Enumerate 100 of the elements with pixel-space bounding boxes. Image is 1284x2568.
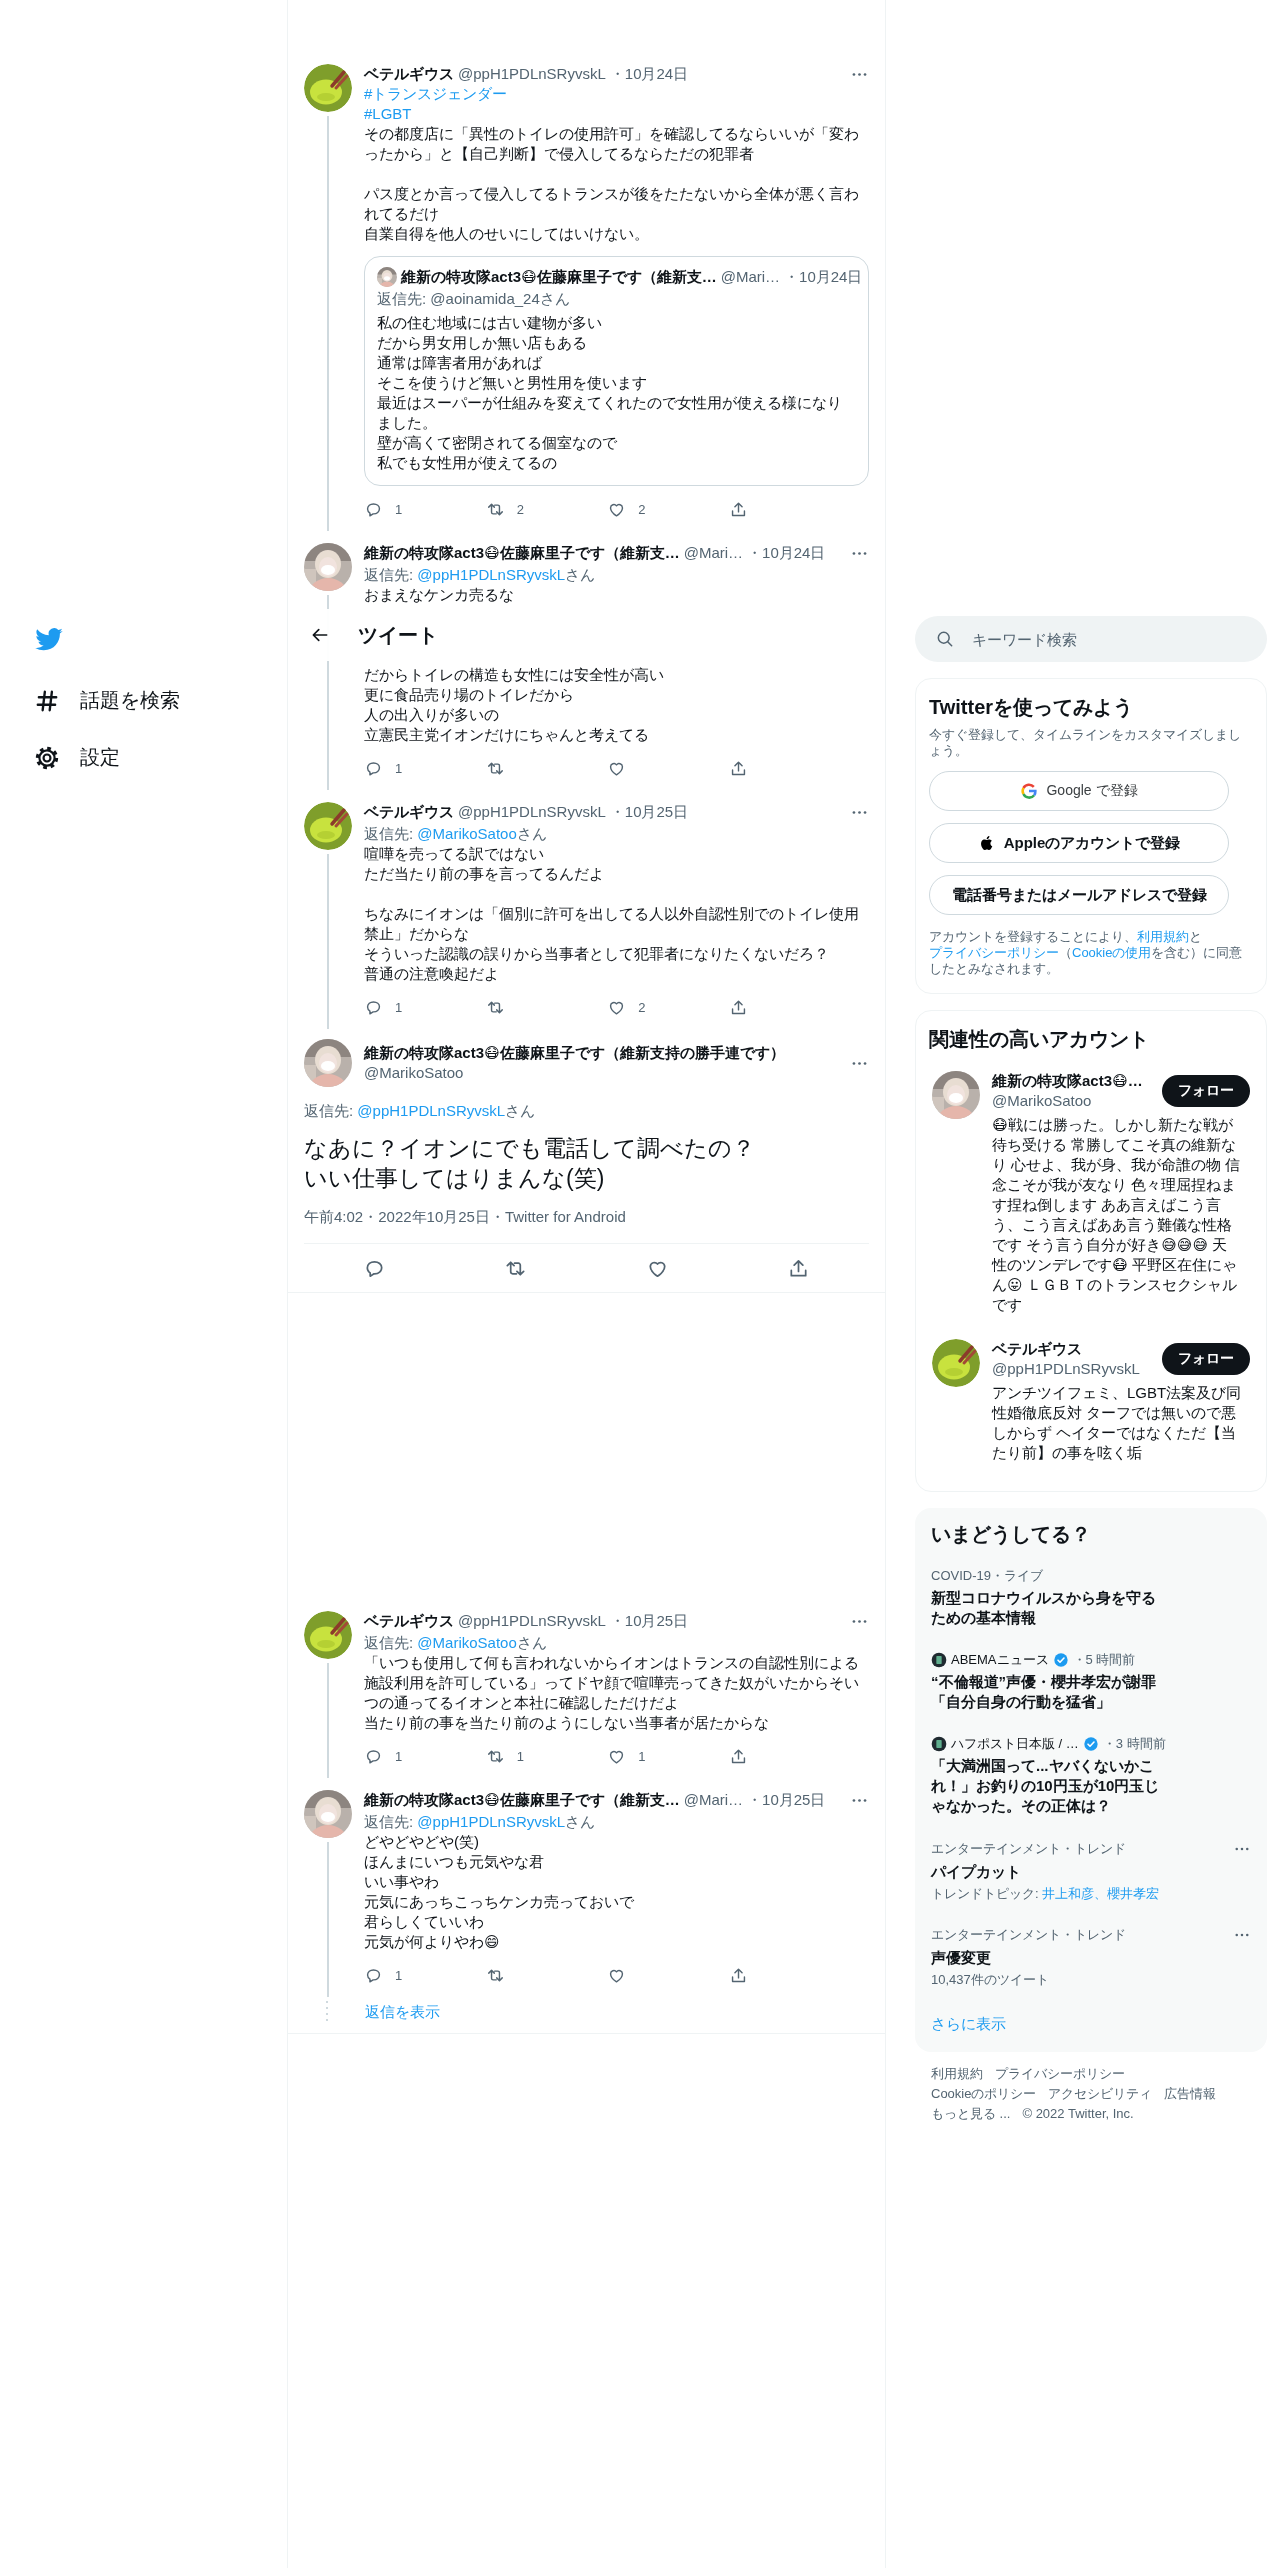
tweet-text: 喧嘩を売ってる訳ではない xyxy=(364,844,544,864)
author-name[interactable]: ベテルギウス xyxy=(364,802,454,822)
apple-signup-button[interactable]: Appleのアカウントで登録 xyxy=(929,823,1229,863)
reply-button[interactable]: 1 xyxy=(364,1747,424,1766)
google-logo-icon xyxy=(1020,782,1039,800)
tweet-text: ほんまにいつも元気やな君 xyxy=(364,1852,544,1872)
news-title[interactable]: 「大満洲国って...ヤバくないかこれ！」お釣りの10円玉が10円玉じゃなかった。その正体は？ xyxy=(931,1756,1166,1816)
account-name[interactable]: 維新の特攻隊act3😷… xyxy=(992,1071,1154,1091)
tweet-date[interactable]: ・10月25日 xyxy=(747,1790,826,1810)
tweet-date[interactable]: ・10月24日 xyxy=(747,543,826,563)
author-name[interactable]: 維新の特攻隊act3😷佐藤麻里子です（維新支持の勝手連です） xyxy=(364,1043,838,1063)
tweet-date[interactable]: ・10月24日 xyxy=(609,64,689,84)
signup-description: 今すぐ登録して、タイムラインをカスタマイズしましょう。 xyxy=(929,727,1242,759)
tweet-text: 「いつも使用して何も言われないからイオンはトランスの自認性別による施設利用を許可している」ってドヤ顔で喧嘩売ってきた奴がいたからそいつの通ってるイオンと本社に確認しただけだよ xyxy=(364,1653,860,1713)
follow-button[interactable]: フォロー xyxy=(1162,1075,1250,1107)
tweet-date[interactable]: ・10月25日 xyxy=(609,1611,689,1631)
footer-link[interactable]: © 2022 Twitter, Inc. xyxy=(1022,2104,1134,2124)
page-title: ツイート xyxy=(358,622,438,648)
terms-text: アカウントを登録することにより、利用規約 と プライバシーポリシー（Cookieの使用を含む）に同意したとみなされます。 xyxy=(929,929,1244,977)
tweet-date[interactable]: ・10月25日 xyxy=(609,802,689,822)
tweet-text: いい仕事してはりまんな(笑) xyxy=(304,1164,605,1193)
author-handle: @ppH1PDLnSRyvskL xyxy=(458,64,606,84)
account-bio: 😷戦には勝った。しかし新たな戦が待ち受ける 常勝してこそ真の維新なり 心せよ、我が身、我が命誰の物 信念こそが我が友なり 色々理屈捏ねます捏ね倒します ああ言えばこう言う、こう言えばああ言う難儀な性格です そう言う自分が好き😅😅😅 天性のツンデレです😷 平野区在住にゃん😛 ＬＧＢＴのトランスセクシャルです xyxy=(992,1115,1242,1315)
quoted-tweet[interactable]: 維新の特攻隊act3😷佐藤麻里子です（維新支… @Mari… ・10月24日 返信先: @aoinamida_24さん 私の住む地域には古い建物が多い だから男女用しか無い店もある 通常は障害者用があれば そこを使うけど無いと男性用を使います 最近はスーパーが仕組みを変えてくれたので女性用が使える様になりました。 壁が高くて密閉されてる個室なので 私でも女性用が使えてるの xyxy=(364,256,869,486)
tweet-text: だから男女用しか無い店もある xyxy=(377,333,587,353)
footer-link[interactable]: プライバシーポリシー xyxy=(995,2064,1125,2084)
settings-icon xyxy=(34,744,60,771)
reply-button[interactable]: 1 xyxy=(364,1966,424,1985)
author-handle: @ppH1PDLnSRyvskL xyxy=(458,802,606,822)
author-name[interactable]: ベテルギウス xyxy=(364,1611,454,1631)
footer-link[interactable]: Cookieのポリシー xyxy=(931,2084,1037,2104)
footer-link[interactable]: もっと見る ... xyxy=(931,2104,1011,2124)
account-name[interactable]: ベテルギウス xyxy=(992,1339,1154,1359)
tweet-text: 壁が高くて密閉されてる個室なので xyxy=(377,433,617,453)
like-button[interactable]: 1 xyxy=(607,1747,668,1766)
author-name[interactable]: 維新の特攻隊act3😷佐藤麻里子です（維新支… xyxy=(364,543,680,563)
trend-title[interactable]: 声優変更 xyxy=(931,1948,991,1968)
card-title: いまどうしてる？ xyxy=(930,1522,1092,1547)
avatar-icon[interactable] xyxy=(304,802,352,850)
reply-button[interactable]: 1 xyxy=(364,500,424,519)
author-name[interactable]: 維新の特攻隊act3😷佐藤麻里子です（維新支… xyxy=(364,1790,680,1810)
footer-link[interactable]: アクセシビリティ xyxy=(1048,2084,1153,2104)
avatar-icon[interactable] xyxy=(932,1339,980,1387)
tweet-text: なあに？イオンにでも電話して調べたの？ xyxy=(304,1134,755,1163)
tweet-text: だからトイレの構造も女性には安全性が高い xyxy=(364,665,664,685)
google-signup-button[interactable]: Google で登録 xyxy=(929,771,1229,811)
footer-link[interactable]: 広告情報 xyxy=(1164,2084,1217,2104)
nav-item[interactable]: 設定 xyxy=(34,729,120,786)
avatar-icon[interactable] xyxy=(304,1611,352,1659)
tweet-text: 最近はスーパーが仕組みを変えてくれたので女性用が使える様になりました。 xyxy=(377,393,843,433)
tweet-text: 更に食品売り場のトイレだから xyxy=(364,685,574,705)
reply-icon xyxy=(364,1966,383,1985)
author-handle: @ppH1PDLnSRyvskL xyxy=(458,1611,606,1631)
like-button[interactable]: 2 xyxy=(607,998,668,1017)
author-name[interactable]: ベテルギウス xyxy=(364,64,454,84)
like-button[interactable]: 2 xyxy=(607,500,668,519)
card-title: 関連性の高いアカウント xyxy=(929,1027,1150,1052)
trend-detail: トレンドトピック: 井上和彦、櫻井孝宏 xyxy=(931,1886,1161,1902)
reply-to-text: 返信先: @ppH1PDLnSRyvskLさん xyxy=(364,565,597,585)
author-handle: @Mari… xyxy=(683,543,744,563)
reply-icon xyxy=(364,500,383,519)
account-handle: @MarikoSatoo xyxy=(992,1091,1093,1111)
author-handle: @Mari… xyxy=(683,1790,744,1810)
card-title: Twitterを使ってみよう xyxy=(929,695,1135,720)
tweet-text: 普通の注意喚起だよ xyxy=(364,964,499,984)
reply-to-text: 返信先: @aoinamida_24さん xyxy=(377,289,571,309)
nav-item[interactable]: 話題を検索 xyxy=(34,672,180,729)
news-title[interactable]: 新型コロナウイルスから身を守るための基本情報 xyxy=(931,1588,1166,1628)
trend-category: エンターテインメント・トレンド xyxy=(931,1927,1126,1943)
avatar-icon[interactable] xyxy=(304,64,352,112)
author-handle: @MarikoSatoo xyxy=(364,1063,465,1083)
trend-category: エンターテインメント・トレンド xyxy=(931,1841,1126,1857)
tweet-text: 君らしくていいわ xyxy=(364,1912,484,1932)
reply-button[interactable]: 1 xyxy=(364,998,424,1017)
retweet-button[interactable]: 2 xyxy=(485,500,546,519)
tweet-text: 当たり前の事を当たり前のようにしない当事者が居たからな xyxy=(364,1713,769,1733)
tweet-text: おまえなケンカ売るな xyxy=(364,585,514,605)
reply-icon xyxy=(364,1747,383,1766)
reply-button[interactable]: 1 xyxy=(364,759,424,778)
tweet-text: 自業自得を他人のせいにしてはいけない。 xyxy=(364,224,649,244)
tweet-text: ちなみにイオンは「個別に許可を出してる人以外自認性別でのトイレ使用禁止」だからな xyxy=(364,904,860,944)
tweet-text: 立憲民主党イオンだけにちゃんと考えてる xyxy=(364,725,649,745)
tweet-text: 元気にあっちこっちケンカ売っておいで xyxy=(364,1892,634,1912)
tweet-text: 私の住む地域には古い建物が多い xyxy=(377,313,602,333)
reply-to-text: 返信先: @ppH1PDLnSRyvskLさん xyxy=(304,1101,537,1121)
tweet-text: そこを使うけど無いと男性用を使います xyxy=(377,373,647,393)
account-bio: アンチツイフェミ、LGBT法案及び同性婚徹底反対 ターフでは無いので悪しからず ヘイターではなくただ【当たり前】の事を呟く垢 xyxy=(992,1383,1242,1463)
tweet-text: いい事やわ xyxy=(364,1872,439,1892)
footer-link[interactable]: 利用規約 xyxy=(931,2064,983,2084)
tweet-text: 通常は障害者用があれば xyxy=(377,353,542,373)
reply-to-text: 返信先: @MarikoSatooさん xyxy=(364,1633,548,1653)
follow-button[interactable]: フォロー xyxy=(1162,1343,1250,1375)
phone-signup-button[interactable]: 電話番号またはメールアドレスで登録 xyxy=(929,875,1229,915)
author-name: 維新の特攻隊act3😷佐藤麻里子です（維新支… xyxy=(401,267,717,287)
trend-title[interactable]: パイプカット xyxy=(931,1862,1021,1882)
retweet-button[interactable]: 1 xyxy=(485,1747,546,1766)
news-title[interactable]: “不倫報道”声優・櫻井孝宏が謝罪「自分自身の行動を猛省」 xyxy=(931,1672,1166,1712)
tweet-text: どやどやどや(笑) xyxy=(364,1832,479,1852)
search-field[interactable]: キーワード検索 xyxy=(915,616,1267,662)
account-handle: @ppH1PDLnSRyvskL xyxy=(992,1359,1141,1379)
